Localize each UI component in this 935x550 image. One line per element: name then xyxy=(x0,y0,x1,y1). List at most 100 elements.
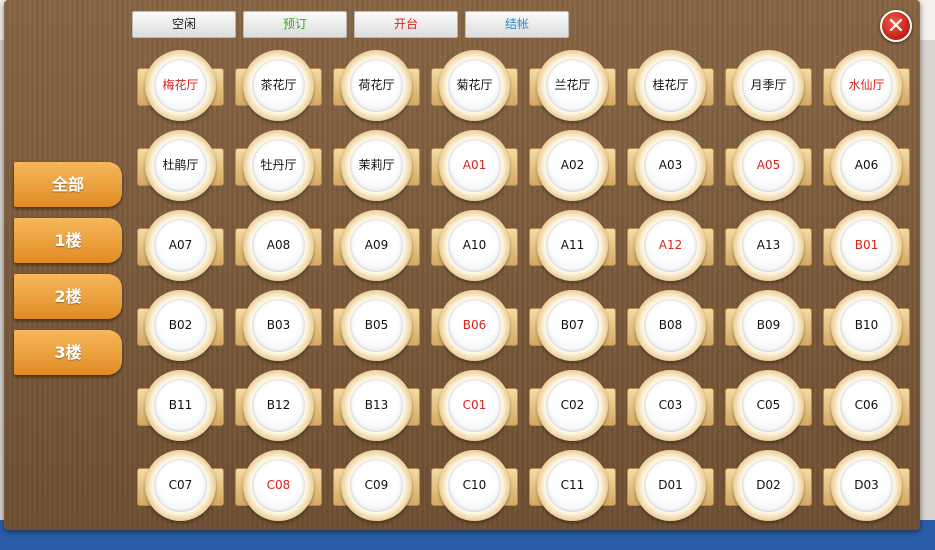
floor-tab-3f[interactable]: 3楼 xyxy=(14,330,122,375)
table-name-label: B09 xyxy=(742,299,795,352)
table-name-label: 桂花厅 xyxy=(644,59,697,112)
table-name-label: C01 xyxy=(448,379,501,432)
table-name-label: D02 xyxy=(742,459,795,512)
table-tile[interactable]: B08 xyxy=(627,290,714,363)
table-name-label: A10 xyxy=(448,219,501,272)
table-tile[interactable]: A02 xyxy=(529,130,616,203)
table-tile[interactable]: A07 xyxy=(137,210,224,283)
table-tile[interactable]: 桂花厅 xyxy=(627,50,714,123)
table-tile[interactable]: C03 xyxy=(627,370,714,443)
table-name-label: B01 xyxy=(840,219,893,272)
table-tile[interactable]: C02 xyxy=(529,370,616,443)
status-tab-open[interactable]: 开台 xyxy=(354,11,458,38)
table-tile[interactable]: 菊花厅 xyxy=(431,50,518,123)
table-name-label: D01 xyxy=(644,459,697,512)
table-name-label: B07 xyxy=(546,299,599,352)
table-tile[interactable]: A06 xyxy=(823,130,910,203)
table-tile[interactable]: C08 xyxy=(235,450,322,523)
table-name-label: 杜鹃厅 xyxy=(154,139,207,192)
table-tile[interactable]: B10 xyxy=(823,290,910,363)
table-tile[interactable]: 兰花厅 xyxy=(529,50,616,123)
status-tab-checkout[interactable]: 结帐 xyxy=(465,11,569,38)
table-name-label: B05 xyxy=(350,299,403,352)
table-name-label: A07 xyxy=(154,219,207,272)
table-tile[interactable]: B01 xyxy=(823,210,910,283)
table-tile[interactable]: B03 xyxy=(235,290,322,363)
table-tile[interactable]: B02 xyxy=(137,290,224,363)
table-tile[interactable]: B05 xyxy=(333,290,420,363)
table-tile[interactable]: A08 xyxy=(235,210,322,283)
table-selection-panel: 空闲 预订 开台 结帐 全部 1楼 2楼 3楼 梅花厅 茶花厅 荷花厅 菊花厅 兰花厅桂… xyxy=(4,0,920,530)
table-name-label: A11 xyxy=(546,219,599,272)
table-tile[interactable]: D01 xyxy=(627,450,714,523)
table-tile[interactable]: 牡丹厅 xyxy=(235,130,322,203)
table-tile[interactable]: A01 xyxy=(431,130,518,203)
table-tile[interactable]: 杜鹃厅 xyxy=(137,130,224,203)
table-tile[interactable]: C10 xyxy=(431,450,518,523)
table-tile[interactable]: A09 xyxy=(333,210,420,283)
table-tile[interactable]: A03 xyxy=(627,130,714,203)
table-tile[interactable]: A12 xyxy=(627,210,714,283)
table-name-label: A09 xyxy=(350,219,403,272)
table-name-label: 茉莉厅 xyxy=(350,139,403,192)
table-name-label: A05 xyxy=(742,139,795,192)
table-tile[interactable]: C09 xyxy=(333,450,420,523)
table-name-label: C10 xyxy=(448,459,501,512)
table-name-label: C06 xyxy=(840,379,893,432)
table-name-label: 兰花厅 xyxy=(546,59,599,112)
table-name-label: A13 xyxy=(742,219,795,272)
table-tile[interactable]: B12 xyxy=(235,370,322,443)
floor-tab-2f[interactable]: 2楼 xyxy=(14,274,122,319)
table-name-label: B11 xyxy=(154,379,207,432)
table-tile[interactable]: 水仙厅 xyxy=(823,50,910,123)
table-name-label: C05 xyxy=(742,379,795,432)
table-tile[interactable]: C06 xyxy=(823,370,910,443)
table-name-label: B02 xyxy=(154,299,207,352)
floor-nav: 全部 1楼 2楼 3楼 xyxy=(14,162,124,386)
table-tile[interactable]: A11 xyxy=(529,210,616,283)
table-tile[interactable]: 茉莉厅 xyxy=(333,130,420,203)
table-tile[interactable]: D03 xyxy=(823,450,910,523)
table-name-label: B06 xyxy=(448,299,501,352)
table-name-label: B08 xyxy=(644,299,697,352)
table-tile[interactable]: 荷花厅 xyxy=(333,50,420,123)
table-name-label: 菊花厅 xyxy=(448,59,501,112)
table-name-label: 茶花厅 xyxy=(252,59,305,112)
table-tile[interactable]: B09 xyxy=(725,290,812,363)
table-name-label: 荷花厅 xyxy=(350,59,403,112)
table-tile[interactable]: B13 xyxy=(333,370,420,443)
floor-tab-1f[interactable]: 1楼 xyxy=(14,218,122,263)
table-tile[interactable]: A10 xyxy=(431,210,518,283)
table-tile[interactable]: B07 xyxy=(529,290,616,363)
close-icon[interactable]: ✕ xyxy=(880,10,912,42)
table-tile[interactable]: C01 xyxy=(431,370,518,443)
table-tile[interactable]: A13 xyxy=(725,210,812,283)
table-name-label: C03 xyxy=(644,379,697,432)
table-tile[interactable]: C11 xyxy=(529,450,616,523)
table-tile[interactable]: B06 xyxy=(431,290,518,363)
table-name-label: 水仙厅 xyxy=(840,59,893,112)
table-name-label: B12 xyxy=(252,379,305,432)
table-tile[interactable]: B11 xyxy=(137,370,224,443)
table-tile[interactable]: D02 xyxy=(725,450,812,523)
table-name-label: B10 xyxy=(840,299,893,352)
table-tile[interactable]: 月季厅 xyxy=(725,50,812,123)
table-name-label: C11 xyxy=(546,459,599,512)
table-name-label: A02 xyxy=(546,139,599,192)
table-name-label: C07 xyxy=(154,459,207,512)
table-name-label: C08 xyxy=(252,459,305,512)
table-tile[interactable]: A05 xyxy=(725,130,812,203)
table-name-label: 月季厅 xyxy=(742,59,795,112)
table-tile[interactable]: 茶花厅 xyxy=(235,50,322,123)
floor-tab-all[interactable]: 全部 xyxy=(14,162,122,207)
status-tab-free[interactable]: 空闲 xyxy=(132,11,236,38)
table-tile[interactable]: 梅花厅 xyxy=(137,50,224,123)
table-grid: 梅花厅 茶花厅 荷花厅 菊花厅 兰花厅 桂花厅 月季厅 水仙厅杜鹃厅 牡丹厅 茉莉厅 A01 A02 A… xyxy=(137,50,910,523)
table-tile[interactable]: C05 xyxy=(725,370,812,443)
table-name-label: B03 xyxy=(252,299,305,352)
table-name-label: C02 xyxy=(546,379,599,432)
table-name-label: D03 xyxy=(840,459,893,512)
table-name-label: 牡丹厅 xyxy=(252,139,305,192)
status-tab-reserved[interactable]: 预订 xyxy=(243,11,347,38)
table-tile[interactable]: C07 xyxy=(137,450,224,523)
